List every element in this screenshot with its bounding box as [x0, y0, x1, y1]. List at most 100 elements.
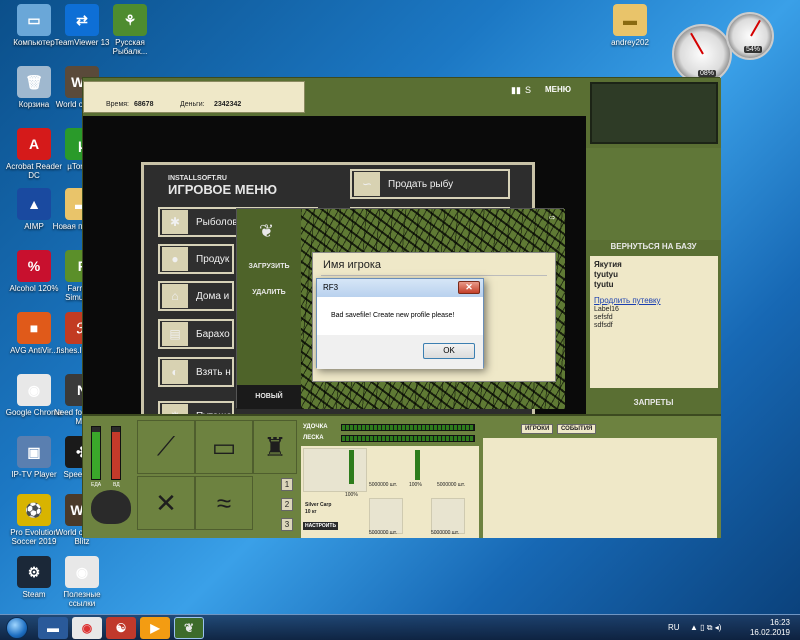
- chrome-taskbar-icon[interactable]: ◉: [72, 617, 102, 639]
- start-button[interactable]: [6, 617, 28, 639]
- clock[interactable]: 16:23 16.02.2019: [750, 618, 790, 638]
- desktop-icon-label: Корзина: [18, 100, 50, 109]
- menu-item-icon: ⌂: [162, 284, 188, 308]
- app-icon: ▲: [17, 188, 51, 220]
- info-line-1: tyutyu: [594, 270, 618, 279]
- slot-value-3: 100%: [345, 492, 358, 498]
- minimap: [590, 82, 718, 144]
- menu-item-left[interactable]: ● Продук: [158, 244, 234, 274]
- app-icon: ▣: [17, 436, 51, 468]
- stats-box: Время: 68678 Деньги: 2342342: [83, 81, 305, 113]
- menu-title-main: ИГРОВОЕ МЕНЮ: [168, 182, 278, 197]
- tab-events[interactable]: СОБЫТИЯ: [557, 424, 597, 434]
- slot-2-button[interactable]: 2: [281, 498, 293, 511]
- arrow-right-icon[interactable]: ⇨: [549, 213, 556, 222]
- ok-button[interactable]: OK: [423, 343, 475, 359]
- money-value: 2342342: [214, 101, 242, 108]
- money-label: Деньги:: [180, 101, 205, 108]
- bans-button[interactable]: ЗАПРЕТЫ: [586, 398, 721, 407]
- taskbar: ▬ ◉ ☯ ▶ ❦ RU ▲ ▯ ⧉ ◂) 16:23 16.02.2019: [0, 614, 800, 640]
- fish-icon[interactable]: ≈: [195, 476, 253, 530]
- close-icon[interactable]: ✕: [458, 281, 480, 294]
- slot-level-bar-2: [415, 450, 420, 480]
- app-icon: ◉: [17, 374, 51, 406]
- slot-box[interactable]: [303, 448, 367, 492]
- menu-button[interactable]: МЕНЮ: [545, 85, 571, 94]
- food-meter: [91, 426, 101, 480]
- pause-icon[interactable]: ▮▮: [511, 85, 521, 96]
- load-button[interactable]: ЗАГРУЗИТЬ: [237, 263, 301, 270]
- app-icon: 🗑: [17, 66, 51, 98]
- fishing-rod-icon[interactable]: ⟋: [137, 420, 195, 474]
- slot-1-button[interactable]: 1: [281, 478, 293, 491]
- slot-3-button[interactable]: 3: [281, 518, 293, 531]
- info-line-0: Якутия: [594, 260, 622, 269]
- fisherman-button[interactable]: ♜: [253, 420, 297, 474]
- app-icon: ⚘: [113, 4, 147, 36]
- desktop-icon-label: Русская Рыбалк...: [112, 38, 148, 56]
- cutlery-icon[interactable]: ✕: [137, 476, 195, 530]
- desktop-icon-label: AIMP: [24, 222, 44, 231]
- explorer-taskbar-icon[interactable]: ▬: [38, 617, 68, 639]
- game-taskbar-icon[interactable]: ❦: [174, 617, 204, 639]
- setup-button[interactable]: НАСТРОИТЬ: [303, 522, 339, 530]
- app-icon: ⇄: [65, 4, 99, 36]
- menu-title: INSTALLSOFT.RU ИГРОВОЕ МЕНЮ: [168, 175, 277, 197]
- slot-value-1: 100%: [409, 482, 422, 488]
- load-sidebar: ❦ ЗАГРУЗИТЬ УДАЛИТЬ НОВЫЙ: [237, 209, 301, 409]
- log-panel: ИГРОКИ СОБЫТИЯ: [483, 420, 717, 538]
- cauldron-icon[interactable]: [91, 490, 131, 524]
- divider: [321, 275, 547, 276]
- clock-time: 16:23: [769, 618, 790, 627]
- butterfly-icon: ❦: [259, 221, 275, 241]
- tackle-box-icon[interactable]: ▭: [195, 420, 253, 474]
- menu-item-icon: ◐: [162, 360, 188, 384]
- return-to-base-button[interactable]: ВЕРНУТЬСЯ НА БАЗУ: [586, 242, 721, 251]
- delete-button[interactable]: УДАЛИТЬ: [237, 289, 301, 296]
- ram-gauge-gadget: 54%: [726, 12, 774, 60]
- desktop-folder-label: andrey202: [611, 38, 649, 47]
- slot-box[interactable]: [431, 498, 465, 534]
- menu-item-left[interactable]: ◐ Взять н: [158, 357, 234, 387]
- menu-item-label: Дома и: [196, 290, 230, 302]
- tray-icons[interactable]: ▲ ▯ ⧉ ◂): [690, 623, 721, 633]
- menu-item-icon: ●: [162, 247, 188, 271]
- sound-icon[interactable]: S: [525, 85, 531, 95]
- gauge-needle: [750, 19, 762, 37]
- tackle-slots: 5000000 шт. 100% 5000000 шт. 100% Silver…: [301, 446, 479, 538]
- desktop-icon-label: IP-TV Player: [11, 470, 57, 479]
- media-taskbar-icon[interactable]: ▶: [140, 617, 170, 639]
- desktop-icon[interactable]: ⚘ Русская Рыбалк...: [100, 4, 160, 56]
- menu-item-left[interactable]: ▤ Барахо: [158, 319, 234, 349]
- language-indicator[interactable]: RU: [668, 623, 680, 632]
- desktop-folder-andrey202[interactable]: ▬ andrey202: [600, 4, 660, 47]
- menu-item-left[interactable]: ⌂ Дома и: [158, 281, 234, 311]
- menu-title-small: INSTALLSOFT.RU: [168, 175, 227, 182]
- location-info-box: Якутия tyutyu tyutu Продлить путевку Lab…: [590, 256, 718, 388]
- desktop-icon[interactable]: ◉ Полезные ссылки: [52, 556, 112, 608]
- new-profile-button[interactable]: НОВЫЙ: [237, 393, 301, 400]
- slot-box[interactable]: [369, 498, 403, 534]
- log-box: [483, 438, 717, 538]
- desktop-icon-label: Полезные ссылки: [63, 590, 101, 608]
- error-dialog-footer: OK: [317, 335, 483, 369]
- app-taskbar-icon[interactable]: ☯: [106, 617, 136, 639]
- bottom-hud: ЕДА ВД ⟋ ▭ ✕ ≈ ♜ 1 2 3 УДОЧКА ЛЕСКА 5000…: [83, 414, 721, 538]
- menu-item-icon: ∽: [354, 172, 380, 196]
- info-line-2: tyutu: [594, 280, 614, 289]
- line-label: ЛЕСКА: [303, 435, 324, 441]
- food-label: ЕДА: [91, 482, 102, 488]
- slot-level-bar: [349, 450, 354, 484]
- rod-strength-bar: [341, 424, 475, 431]
- menu-item-label: Продук: [196, 253, 230, 265]
- app-icon: ▭: [17, 4, 51, 36]
- menu-item-right[interactable]: ∽ Продать рыбу: [350, 169, 510, 199]
- label-line-0: Label16: [594, 306, 619, 313]
- folder-icon: ▬: [613, 4, 647, 36]
- error-message: Bad savefile! Create new profile please!: [331, 312, 455, 319]
- app-icon: A: [17, 128, 51, 160]
- tab-players[interactable]: ИГРОКИ: [521, 424, 554, 434]
- line-strength-bar: [341, 435, 475, 442]
- slot-value-2: 5000000 шт.: [437, 482, 465, 488]
- extend-trip-link[interactable]: Продлить путевку: [594, 296, 714, 306]
